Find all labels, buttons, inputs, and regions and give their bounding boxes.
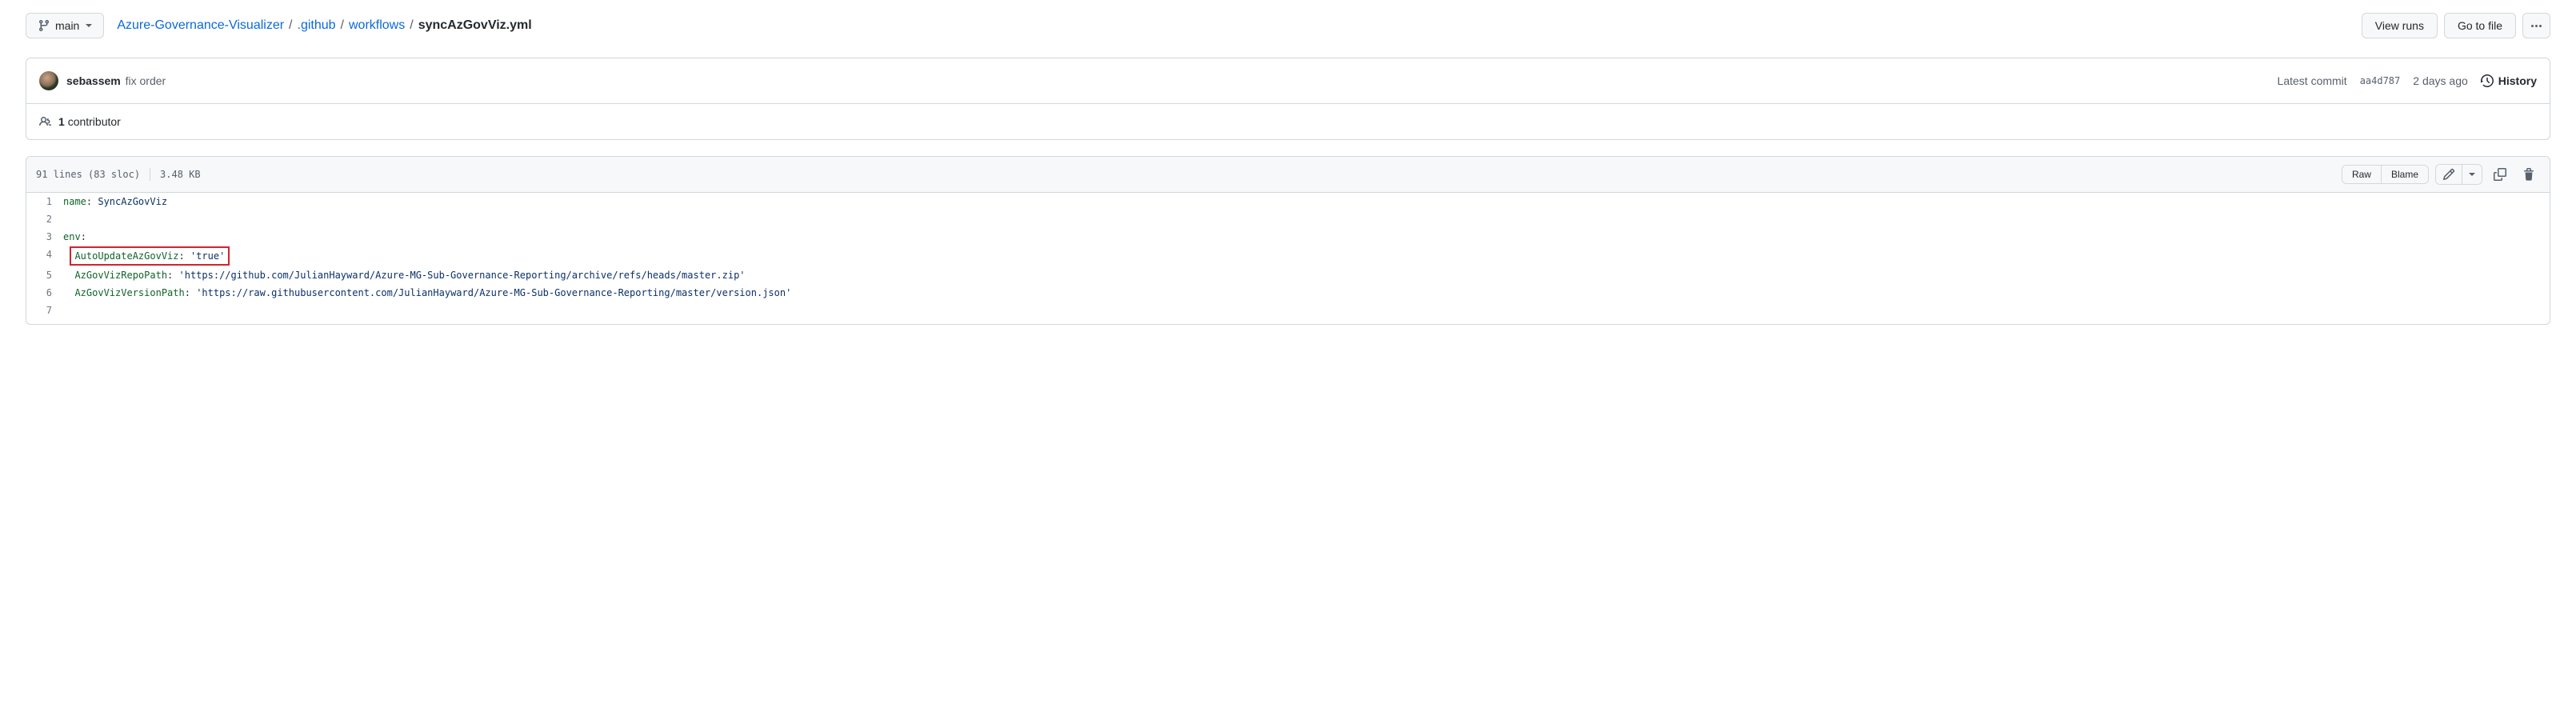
latest-commit-label: Latest commit <box>2278 74 2347 87</box>
code-line: 5 AzGovVizRepoPath: 'https://github.com/… <box>26 266 2550 284</box>
code-line: 4 AutoUpdateAzGovViz: 'true' <box>26 246 2550 266</box>
commit-row: sebassem fix order Latest commit aa4d787… <box>26 58 2550 104</box>
blame-button[interactable]: Blame <box>2381 166 2428 183</box>
go-to-file-button[interactable]: Go to file <box>2444 13 2516 38</box>
code-line: 7 <box>26 302 2550 319</box>
delete-button[interactable] <box>2518 163 2540 186</box>
commit-author[interactable]: sebassem <box>66 74 121 87</box>
raw-button[interactable]: Raw <box>2342 166 2381 183</box>
line-number[interactable]: 2 <box>26 210 63 228</box>
raw-blame-group: Raw Blame <box>2342 165 2429 184</box>
file-header-left: main Azure-Governance-Visualizer / .gith… <box>26 13 532 38</box>
contributors-row: 1 contributor <box>26 104 2550 139</box>
file-header-right: View runs Go to file <box>2362 13 2550 38</box>
line-content: AzGovVizVersionPath: 'https://raw.github… <box>63 284 791 302</box>
code-actions: Raw Blame <box>2342 163 2540 186</box>
contrib-count: 1 <box>58 115 65 128</box>
breadcrumb: Azure-Governance-Visualizer / .github / … <box>117 18 531 33</box>
breadcrumb-part[interactable]: .github <box>298 18 336 33</box>
history-icon <box>2481 74 2494 87</box>
more-actions-button[interactable] <box>2522 13 2550 38</box>
breadcrumb-file: syncAzGovViz.yml <box>418 18 532 33</box>
branch-select-button[interactable]: main <box>26 13 104 38</box>
branch-name: main <box>55 18 79 34</box>
line-number[interactable]: 7 <box>26 302 63 319</box>
code-box: 91 lines (83 sloc) 3.48 KB Raw Blame <box>26 156 2550 325</box>
history-link[interactable]: History <box>2481 74 2537 87</box>
line-number[interactable]: 3 <box>26 228 63 246</box>
line-content: env: <box>63 228 86 246</box>
caret-down-icon <box>86 24 92 27</box>
history-label: History <box>2498 74 2537 87</box>
copy-button[interactable] <box>2489 163 2511 186</box>
breadcrumb-sep: / <box>341 18 344 33</box>
breadcrumb-sep: / <box>289 18 292 33</box>
code-header: 91 lines (83 sloc) 3.48 KB Raw Blame <box>26 157 2550 193</box>
edit-dropdown-button[interactable] <box>2462 165 2482 184</box>
code-line: 1 name: SyncAzGovViz <box>26 193 2550 210</box>
code-line: 2 <box>26 210 2550 228</box>
code-line: 6 AzGovVizVersionPath: 'https://raw.gith… <box>26 284 2550 302</box>
contrib-label: contributor <box>68 115 121 128</box>
edit-button[interactable] <box>2436 165 2462 184</box>
commit-box: sebassem fix order Latest commit aa4d787… <box>26 58 2550 140</box>
caret-down-icon <box>2469 173 2475 176</box>
commit-message[interactable]: fix order <box>126 74 166 87</box>
line-number[interactable]: 4 <box>26 246 63 263</box>
line-content: AzGovVizRepoPath: 'https://github.com/Ju… <box>63 266 746 284</box>
edit-group <box>2435 164 2482 185</box>
line-content: AutoUpdateAzGovViz: 'true' <box>63 246 230 266</box>
people-icon <box>39 115 52 128</box>
line-number[interactable]: 1 <box>26 193 63 210</box>
view-runs-button[interactable]: View runs <box>2362 13 2438 38</box>
avatar[interactable] <box>39 71 58 90</box>
file-header-bar: main Azure-Governance-Visualizer / .gith… <box>26 0 2550 45</box>
commit-right: Latest commit aa4d787 2 days ago History <box>2278 74 2537 87</box>
breadcrumb-repo[interactable]: Azure-Governance-Visualizer <box>117 18 284 33</box>
code-body: 1 name: SyncAzGovViz 2 3 env: 4 AutoUpda… <box>26 193 2550 324</box>
code-stats-size: 3.48 KB <box>160 169 201 180</box>
commit-when: 2 days ago <box>2413 74 2468 87</box>
breadcrumb-sep: / <box>410 18 413 33</box>
commit-sha[interactable]: aa4d787 <box>2360 75 2401 86</box>
line-number[interactable]: 6 <box>26 284 63 302</box>
line-number[interactable]: 5 <box>26 266 63 284</box>
git-branch-icon <box>38 19 50 32</box>
code-stats-lines: 91 lines (83 sloc) <box>36 169 140 180</box>
copy-icon <box>2494 168 2506 181</box>
highlight-box: AutoUpdateAzGovViz: 'true' <box>70 246 230 266</box>
line-content: name: SyncAzGovViz <box>63 193 167 210</box>
kebab-icon <box>2531 25 2542 27</box>
breadcrumb-part[interactable]: workflows <box>349 18 405 33</box>
code-line: 3 env: <box>26 228 2550 246</box>
trash-icon <box>2522 168 2535 181</box>
code-stats: 91 lines (83 sloc) 3.48 KB <box>36 168 201 181</box>
commit-left: sebassem fix order <box>39 71 166 90</box>
pencil-icon <box>2442 168 2455 181</box>
